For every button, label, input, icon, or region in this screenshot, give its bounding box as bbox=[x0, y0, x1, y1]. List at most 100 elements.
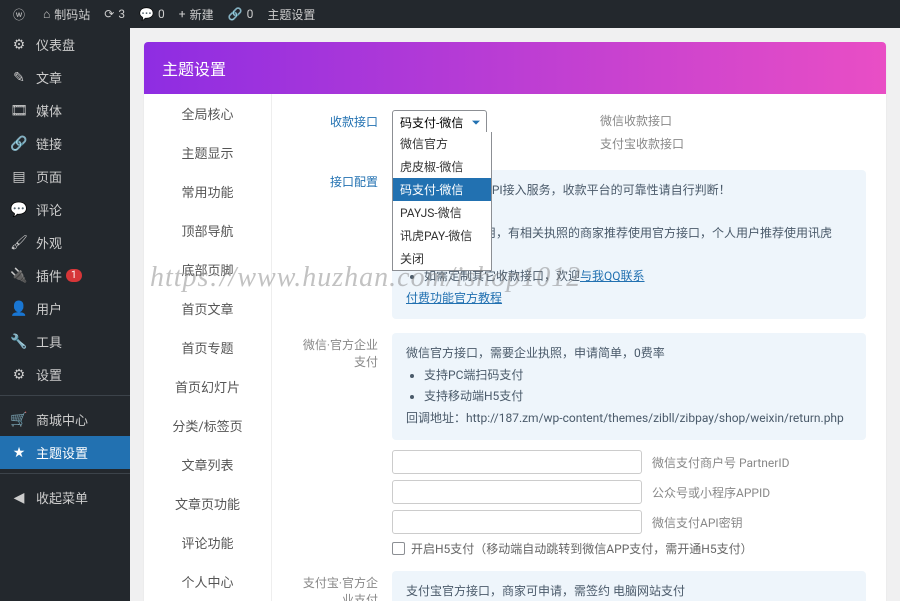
select-dropdown: 微信官方虎皮椒-微信码支付-微信PAYJS-微信讯虎PAY-微信关闭 bbox=[392, 132, 492, 271]
admin-menu-item[interactable]: 🎞媒体 bbox=[0, 94, 130, 127]
site-name-text: 制码站 bbox=[54, 6, 90, 23]
sub-nav-item[interactable]: 全局核心 bbox=[144, 94, 271, 133]
admin-menu-item[interactable]: ⚙ 仪表盘 bbox=[0, 28, 130, 61]
payment-api-label: 收款接口 bbox=[292, 110, 392, 156]
menu-label: 链接 bbox=[36, 134, 62, 153]
links-admin-link[interactable]: 🔗0 bbox=[221, 0, 261, 28]
sub-nav-item[interactable]: 文章页功能 bbox=[144, 484, 271, 523]
partner-id-input[interactable] bbox=[392, 450, 642, 474]
menu-icon: 🔗 bbox=[10, 136, 28, 152]
new-content-link[interactable]: +新建 bbox=[172, 0, 221, 28]
sub-nav-item[interactable]: 文章列表 bbox=[144, 445, 271, 484]
content-area: 主题设置 全局核心主题显示常用功能顶部导航底部页脚首页文章首页专题首页幻灯片分类… bbox=[130, 28, 900, 601]
menu-icon: 🖌 bbox=[10, 235, 28, 251]
apikey-input[interactable] bbox=[392, 510, 642, 534]
menu-label: 主题设置 bbox=[36, 443, 88, 462]
menu-label: 仪表盘 bbox=[36, 35, 75, 54]
alipay-section-label: 支付宝·官方企业支付 bbox=[292, 571, 392, 601]
links-count: 0 bbox=[247, 7, 254, 21]
site-name-link[interactable]: ⌂制码站 bbox=[36, 0, 97, 28]
admin-menu-item[interactable]: 🔧工具 bbox=[0, 325, 130, 358]
theme-settings-text: 主题设置 bbox=[267, 6, 315, 23]
admin-menu-item[interactable]: 🛒商城中心 bbox=[0, 403, 130, 436]
payment-api-row: 收款接口 码支付-微信 微信官方虎皮椒-微信码支付-微信PAYJS-微信讯虎PA… bbox=[292, 110, 866, 156]
wechat-callback: 回调地址：http://187.zm/wp-content/themes/zib… bbox=[406, 408, 852, 430]
admin-menu-item[interactable]: ⚙ 设置 bbox=[0, 358, 130, 391]
menu-icon: ★ bbox=[10, 445, 28, 461]
sub-nav-item[interactable]: 首页文章 bbox=[144, 289, 271, 328]
admin-menu-item[interactable]: ★ 主题设置 bbox=[0, 436, 130, 469]
dropdown-option[interactable]: 微信官方 bbox=[393, 132, 491, 155]
admin-menu-item[interactable]: 💬评论 bbox=[0, 193, 130, 226]
wechat-bullet: 支持移动端H5支付 bbox=[424, 386, 852, 408]
menu-label: 工具 bbox=[36, 332, 62, 351]
admin-menu-item[interactable]: ✎ 文章 bbox=[0, 61, 130, 94]
qq-contact-link[interactable]: 与我QQ联系 bbox=[580, 269, 645, 283]
api-config-row: 接口配置 主题仅提供API接入服务，收款平台的可靠性请自行判断！ . 收款接口选… bbox=[292, 170, 866, 320]
admin-menu-item[interactable]: ▤ 页面 bbox=[0, 160, 130, 193]
comments-link[interactable]: 💬0 bbox=[132, 0, 172, 28]
dropdown-option[interactable]: PAYJS-微信 bbox=[393, 201, 491, 224]
wordpress-icon: ⓦ bbox=[13, 6, 25, 23]
menu-icon: ▤ bbox=[10, 169, 28, 185]
appid-label: 公众号或小程序APPID bbox=[652, 484, 770, 501]
updates-count: 3 bbox=[118, 7, 125, 21]
menu-icon: 👤 bbox=[10, 301, 28, 317]
wechat-api-select[interactable]: 码支付-微信 微信官方虎皮椒-微信码支付-微信PAYJS-微信讯虎PAY-微信关… bbox=[392, 110, 487, 135]
refresh-icon: ⟳ bbox=[104, 7, 114, 21]
wp-logo[interactable]: ⓦ bbox=[6, 0, 36, 28]
plus-icon: + bbox=[179, 7, 186, 21]
menu-label: 文章 bbox=[36, 68, 62, 87]
panel-title: 主题设置 bbox=[144, 42, 886, 94]
dropdown-option[interactable]: 关闭 bbox=[393, 247, 491, 270]
wechat-info: 微信官方接口，需要企业执照，申请简单，0费率 支持PC端扫码支付 支持移动端H5… bbox=[392, 333, 866, 439]
admin-menu-item[interactable]: 🔌插件1 bbox=[0, 259, 130, 292]
updates-link[interactable]: ⟳3 bbox=[97, 0, 132, 28]
comments-count: 0 bbox=[158, 7, 165, 21]
menu-label: 插件 bbox=[36, 266, 62, 285]
sub-nav-item[interactable]: 个人中心 bbox=[144, 562, 271, 601]
admin-menu-item[interactable]: 🔗 链接 bbox=[0, 127, 130, 160]
sub-nav-item[interactable]: 首页专题 bbox=[144, 328, 271, 367]
alipay-official-row: 支付宝·官方企业支付 支付宝官方接口，商家可申请，需签约 电脑网站支付 如需接入… bbox=[292, 571, 866, 601]
menu-label: 设置 bbox=[36, 365, 62, 384]
sub-nav-item[interactable]: 底部页脚 bbox=[144, 250, 271, 289]
comment-icon: 💬 bbox=[139, 7, 154, 21]
settings-sub-nav: 全局核心主题显示常用功能顶部导航底部页脚首页文章首页专题首页幻灯片分类/标签页文… bbox=[144, 94, 272, 601]
sub-nav-item[interactable]: 首页幻灯片 bbox=[144, 367, 271, 406]
menu-icon: 🎞 bbox=[10, 103, 28, 119]
menu-icon: ✎ bbox=[10, 70, 28, 86]
link-icon: 🔗 bbox=[228, 7, 243, 21]
menu-label: 收起菜单 bbox=[36, 488, 88, 507]
admin-menu-item[interactable]: 👤用户 bbox=[0, 292, 130, 325]
menu-icon: ⚙ bbox=[10, 37, 28, 53]
wechat-api-text: 微信收款接口 bbox=[600, 110, 684, 133]
sub-nav-item[interactable]: 顶部导航 bbox=[144, 211, 271, 250]
settings-form: 收款接口 码支付-微信 微信官方虎皮椒-微信码支付-微信PAYJS-微信讯虎PA… bbox=[272, 94, 886, 601]
sub-nav-item[interactable]: 常用功能 bbox=[144, 172, 271, 211]
apikey-label: 微信支付API密钥 bbox=[652, 514, 743, 531]
admin-menu-item[interactable]: 🖌外观 bbox=[0, 226, 130, 259]
menu-label: 商城中心 bbox=[36, 410, 88, 429]
alipay-info: 支付宝官方接口，商家可申请，需签约 电脑网站支付 如需接入此方式请填写下方参数，… bbox=[392, 571, 866, 601]
dropdown-option[interactable]: 码支付-微信 bbox=[393, 178, 491, 201]
api-config-label: 接口配置 bbox=[292, 170, 392, 320]
menu-icon: 💬 bbox=[10, 202, 28, 218]
menu-label: 页面 bbox=[36, 167, 62, 186]
h5-checkbox-row: 开启H5支付（移动端自动跳转到微信APP支付，需开通H5支付） bbox=[392, 540, 866, 557]
menu-icon: ⚙ bbox=[10, 367, 28, 383]
h5-checkbox[interactable] bbox=[392, 542, 405, 555]
tutorial-link[interactable]: 付费功能官方教程 bbox=[406, 291, 502, 305]
dropdown-option[interactable]: 讯虎PAY-微信 bbox=[393, 224, 491, 247]
dropdown-option[interactable]: 虎皮椒-微信 bbox=[393, 155, 491, 178]
admin-menu-item[interactable]: ◀收起菜单 bbox=[0, 481, 130, 514]
theme-settings-link[interactable]: 主题设置 bbox=[260, 0, 322, 28]
sub-nav-item[interactable]: 主题显示 bbox=[144, 133, 271, 172]
side-labels: 微信收款接口 支付宝收款接口 bbox=[600, 110, 684, 156]
appid-input[interactable] bbox=[392, 480, 642, 504]
sub-nav-item[interactable]: 分类/标签页 bbox=[144, 406, 271, 445]
wp-admin-bar: ⓦ ⌂制码站 ⟳3 💬0 +新建 🔗0 主题设置 bbox=[0, 0, 900, 28]
sub-nav-item[interactable]: 评论功能 bbox=[144, 523, 271, 562]
admin-menu: ⚙ 仪表盘 ✎ 文章 🎞媒体 🔗 链接 ▤ 页面 💬评论🖌外观🔌插件1👤用户🔧工具 ⚙ 设置 🛒商城中心… bbox=[0, 28, 130, 601]
alipay-api-text: 支付宝收款接口 bbox=[600, 133, 684, 156]
